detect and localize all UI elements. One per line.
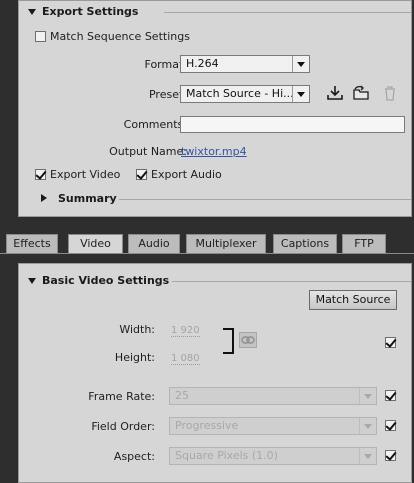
basic-video-title: Basic Video Settings (42, 274, 170, 287)
chevron-down-icon (292, 86, 309, 102)
width-value[interactable]: 1 920 (171, 325, 200, 337)
height-label: Height: (114, 351, 155, 364)
collapse-triangle-icon[interactable] (28, 9, 36, 15)
chain-link-icon[interactable] (239, 332, 257, 348)
comments-field[interactable] (180, 116, 405, 133)
tab-captions[interactable]: Captions (273, 234, 337, 253)
output-name-link[interactable]: twixtor.mp4 (181, 145, 247, 158)
frame-rate-select[interactable]: 25 (169, 387, 377, 405)
export-video-label: Export Video (50, 168, 121, 181)
tab-audio[interactable]: Audio (128, 234, 180, 253)
aspect-value: Square Pixels (1.0) (175, 449, 278, 462)
frame-rate-label: Frame Rate: (88, 390, 155, 403)
match-sequence-checkbox[interactable] (35, 31, 46, 42)
frame-rate-value: 25 (175, 389, 189, 402)
aspect-checkbox[interactable] (385, 450, 396, 461)
aspect-select[interactable]: Square Pixels (1.0) (169, 447, 377, 465)
section-divider (119, 199, 411, 200)
format-select[interactable]: H.264 (180, 55, 310, 73)
tab-multiplexer[interactable]: Multiplexer (186, 234, 266, 253)
field-order-select[interactable]: Progressive (169, 417, 377, 435)
trash-icon (385, 86, 395, 101)
width-label: Width: (119, 323, 155, 336)
export-settings-title: Export Settings (42, 5, 139, 18)
match-sequence-label: Match Sequence Settings (50, 30, 190, 43)
download-icon[interactable] (326, 85, 344, 101)
basic-video-panel: Basic Video Settings Match Source Width:… (18, 263, 412, 483)
format-label: Format: (144, 58, 187, 71)
dimensions-override-checkbox[interactable] (385, 337, 396, 348)
export-audio-checkbox[interactable] (136, 169, 147, 180)
chevron-down-icon (359, 388, 376, 404)
preset-select[interactable]: Match Source - Hi... (180, 85, 310, 103)
tab-ftp[interactable]: FTP (342, 234, 386, 253)
export-video-checkbox[interactable] (35, 169, 46, 180)
preset-label: Preset: (148, 88, 187, 101)
frame-rate-checkbox[interactable] (385, 390, 396, 401)
field-order-value: Progressive (175, 419, 239, 432)
field-order-checkbox[interactable] (385, 420, 396, 431)
preset-value: Match Source - Hi... (186, 87, 294, 100)
chevron-down-icon (359, 418, 376, 434)
format-value: H.264 (186, 57, 219, 70)
folder-arrow-icon[interactable] (352, 85, 370, 101)
tab-effects[interactable]: Effects (6, 234, 58, 253)
export-settings-panel: Export Settings Match Sequence Settings … (18, 0, 412, 217)
summary-title[interactable]: Summary (58, 192, 117, 205)
height-value[interactable]: 1 080 (171, 353, 200, 365)
section-divider (172, 281, 412, 282)
expand-triangle-icon[interactable] (41, 194, 47, 202)
collapse-triangle-icon[interactable] (28, 278, 36, 284)
tab-strip-border (0, 253, 414, 254)
match-source-button[interactable]: Match Source (309, 290, 397, 310)
aspect-label: Aspect: (113, 450, 155, 463)
output-name-label: Output Name: (109, 145, 187, 158)
field-order-label: Field Order: (91, 420, 155, 433)
export-audio-label: Export Audio (151, 168, 222, 181)
chevron-down-icon (359, 448, 376, 464)
section-divider (164, 12, 412, 13)
comments-label: Comments: (123, 118, 187, 131)
chevron-down-icon (292, 56, 309, 72)
tab-video[interactable]: Video (68, 234, 123, 254)
link-bracket-icon (223, 328, 234, 354)
